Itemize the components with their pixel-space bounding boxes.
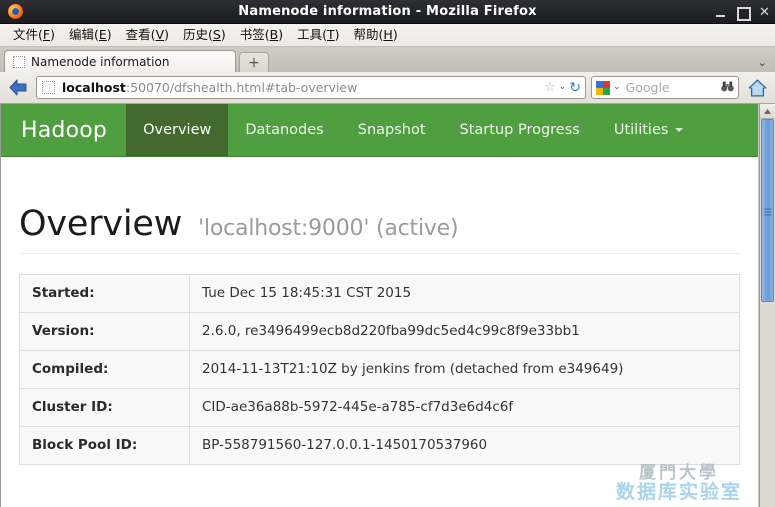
menu-label-view: 查看( [125,27,156,42]
url-bar[interactable]: localhost:50070/dfshealth.html#tab-overv… [36,76,586,99]
menu-accel-help: H [383,27,393,42]
hadoop-brand[interactable]: Hadoop [1,104,126,156]
table-row: Block Pool ID: BP-558791560-127.0.0.1-14… [19,425,740,464]
back-button[interactable] [5,76,31,100]
menu-item-history[interactable]: 历史(S) [176,25,233,45]
menu-item-help[interactable]: 帮助(H) [347,25,405,45]
page-title: Overview 'localhost:9000' (active) [19,205,740,244]
watermark-line-2: 数据库实验室 [615,481,742,504]
search-engine-chevron-down-icon[interactable]: ⌄ [613,83,621,92]
nav-item-datanodes[interactable]: Datanodes [228,104,340,156]
page-header: Overview 'localhost:9000' (active) [19,205,740,254]
menu-label-history: 历史( [183,27,213,42]
menubar: 文件(F) 编辑(E) 查看(V) 历史(S) 书签(B) 工具(T) 帮助(H… [0,24,775,47]
window-titlebar: Namenode information - Mozilla Firefox ✕ [0,0,775,24]
reload-icon[interactable]: ↻ [569,81,581,95]
scroll-up-arrow-icon[interactable] [760,104,775,119]
menu-label-help: 帮助( [353,27,384,42]
browser-tab-namenode-information[interactable]: Namenode information [4,50,236,72]
new-tab-button[interactable]: + [239,52,269,72]
binoculars-search-icon[interactable] [721,81,734,94]
browser-toolbar: localhost:50070/dfshealth.html#tab-overv… [0,72,775,104]
row-value-cluster-id: CID-ae36a88b-5972-445e-a785-cf7d3e6d4c6f [189,387,740,426]
menu-accel-view: V [155,27,165,42]
nav-item-snapshot[interactable]: Snapshot [341,104,443,156]
row-value-block-pool-id: BP-558791560-127.0.0.1-1450170537960 [189,425,740,464]
page-scrollbar[interactable] [759,104,775,507]
nav-item-startup-progress[interactable]: Startup Progress [443,104,597,156]
url-path: :50070/dfshealth.html#tab-overview [125,80,358,95]
watermark-line-1: 厦門大學 [638,463,719,484]
row-label-block-pool-id: Block Pool ID: [19,425,190,464]
table-row: Compiled: 2014-11-13T21:10Z by jenkins f… [19,349,740,388]
list-all-tabs-chevron-down-icon[interactable]: ⌄ [758,56,767,69]
menu-label-tools: 工具( [297,27,327,42]
row-label-compiled: Compiled: [19,349,190,388]
content-viewport: Hadoop Overview Datanodes Snapshot Start… [0,104,775,507]
row-value-compiled: 2014-11-13T21:10Z by jenkins from (detac… [189,349,740,388]
google-logo-icon[interactable] [596,80,610,95]
bookmark-star-icon[interactable]: ☆ [544,81,556,94]
tab-favicon-icon [13,55,25,68]
menu-label-edit: 编辑( [68,27,99,42]
table-row: Version: 2.6.0, re3496499ecb8d220fba99dc… [19,311,740,350]
menu-item-tools[interactable]: 工具(T) [290,25,346,45]
nav-item-utilities[interactable]: Utilities [597,104,701,156]
scrollbar-track[interactable] [760,119,775,507]
row-label-version: Version: [19,311,190,350]
url-input[interactable]: localhost:50070/dfshealth.html#tab-overv… [62,80,544,95]
scrollbar-grip-icon [764,208,771,215]
row-value-started: Tue Dec 15 18:45:31 CST 2015 [202,284,412,301]
tabstrip: Namenode information + ⌄ [0,47,775,72]
row-value-version: 2.6.0, re3496499ecb8d220fba99dc5ed4c99c8… [189,311,740,350]
hadoop-navbar: Hadoop Overview Datanodes Snapshot Start… [1,104,758,157]
page-title-text: Overview [19,204,183,244]
close-button[interactable]: ✕ [758,4,771,20]
table-row: Cluster ID: CID-ae36a88b-5972-445e-a785-… [19,387,740,426]
menu-item-edit[interactable]: 编辑(E) [62,25,119,45]
url-host: localhost [62,80,126,95]
menu-accel-bookmarks: B [269,27,279,42]
chevron-down-icon[interactable]: ⌄ [559,83,567,92]
plus-icon: + [248,54,260,71]
watermark: 厦門大學 数据库实验室 [615,463,742,504]
nav-label-startup-progress: Startup Progress [459,122,580,138]
window-controls: ✕ [714,0,771,24]
menu-accel-history: S [212,27,221,42]
minimize-button[interactable] [714,4,727,20]
page-subtitle: 'localhost:9000' (active) [198,216,459,241]
home-button[interactable] [744,76,770,100]
menu-item-file[interactable]: 文件(F) [6,25,62,45]
menu-accel-edit: E [98,27,107,42]
row-label-cluster-id: Cluster ID: [19,387,190,426]
menu-label-bookmarks: 书签( [239,27,270,42]
search-bar[interactable]: ⌄ Google [591,76,739,99]
scrollbar-thumb[interactable] [761,119,774,302]
page-favicon-icon [42,81,55,94]
nav-label-datanodes: Datanodes [245,122,324,138]
nav-item-overview[interactable]: Overview [126,104,229,156]
page-container: Overview 'localhost:9000' (active) Start… [1,205,758,465]
nav-label-snapshot: Snapshot [357,122,426,138]
window-title: Namenode information - Mozilla Firefox [238,4,537,19]
arrow-left-icon [9,79,27,96]
menu-accel-tools: T [326,27,335,42]
overview-info-table: Started: Tue Dec 15 18:45:31 CST 2015 Ve… [19,273,740,465]
browser-tab-label: Namenode information [31,54,170,69]
firefox-logo-icon [4,3,26,21]
nav-label-overview: Overview [143,122,212,138]
home-icon [748,79,766,96]
nav-label-utilities: Utilities [613,122,669,138]
menu-item-bookmarks[interactable]: 书签(B) [233,25,290,45]
menu-item-view[interactable]: 查看(V) [119,25,176,45]
row-label-started: Started: [19,274,190,312]
menu-accel-file: F [42,27,51,42]
menu-label-file: 文件( [13,27,43,42]
maximize-button[interactable] [736,4,751,21]
table-row: Started: Tue Dec 15 18:45:31 CST 2015 [19,274,740,312]
caret-down-icon [675,128,684,132]
search-input[interactable]: Google [624,80,718,95]
web-page: Hadoop Overview Datanodes Snapshot Start… [0,104,759,507]
